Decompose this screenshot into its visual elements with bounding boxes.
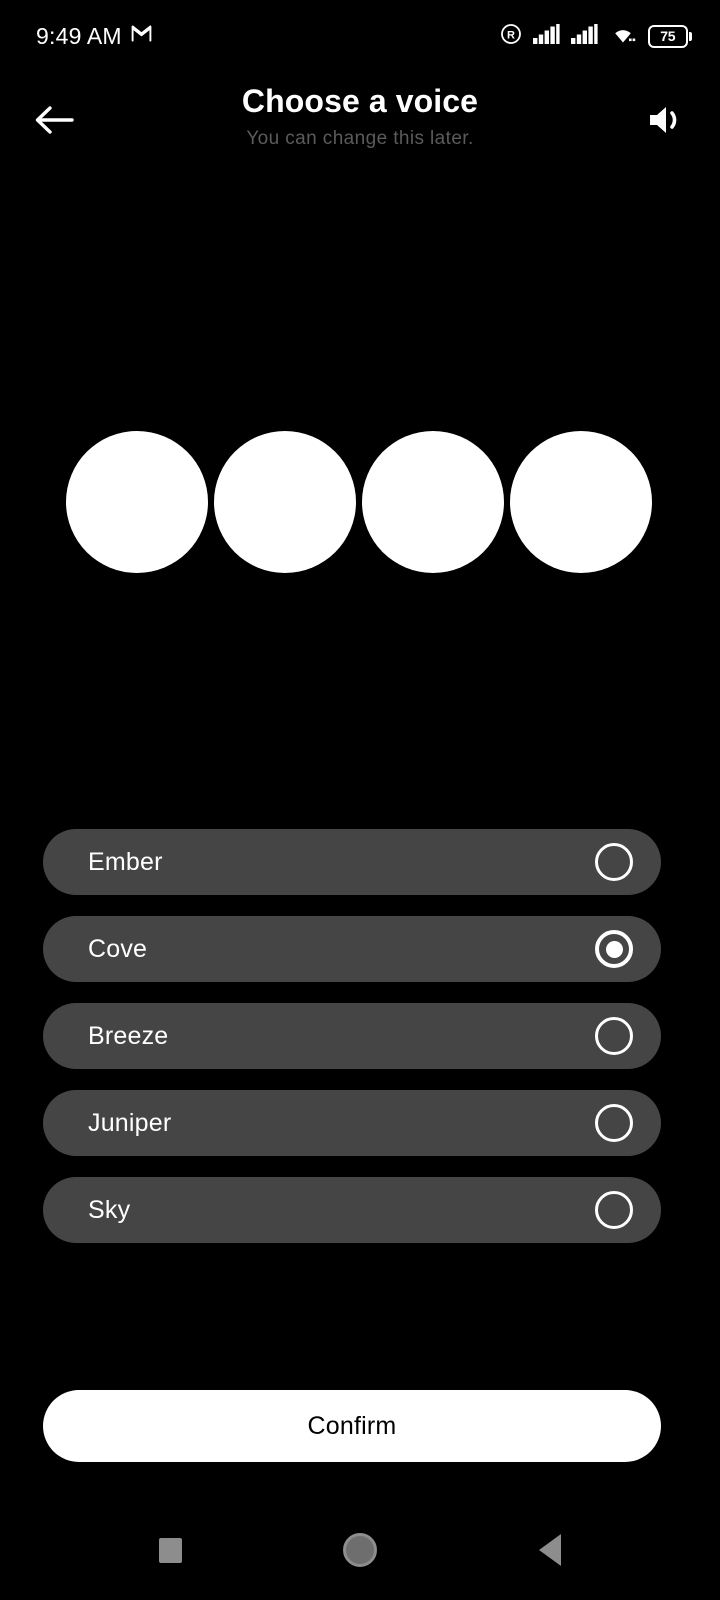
header-title-group: Choose a voice You can change this later… <box>0 78 720 153</box>
android-navigation-bar <box>0 1500 720 1600</box>
speaker-volume-icon <box>646 102 686 143</box>
voice-option-label: Ember <box>88 847 163 876</box>
status-bar-clock: 9:49 AM <box>36 22 122 49</box>
voice-option-label: Sky <box>88 1195 131 1224</box>
status-bar-right: R 75 <box>500 23 692 50</box>
signal-bars-icon-2 <box>571 23 598 49</box>
square-recents-icon <box>158 1537 182 1563</box>
battery-level-text: 75 <box>660 28 676 44</box>
radio-button-ember[interactable] <box>595 843 633 881</box>
back-arrow-icon <box>33 103 75 142</box>
nav-home-button[interactable] <box>330 1520 390 1580</box>
voice-option-label: Juniper <box>88 1108 172 1137</box>
battery-indicator: 75 <box>648 24 692 48</box>
radio-button-sky[interactable] <box>595 1191 633 1229</box>
voice-option-sky[interactable]: Sky <box>43 1177 661 1243</box>
voice-orb <box>214 431 356 573</box>
voice-option-label: Cove <box>88 934 148 963</box>
voice-option-cove[interactable]: Cove <box>43 916 661 982</box>
confirm-button[interactable]: Confirm <box>43 1390 661 1462</box>
voice-option-list: Ember Cove Breeze Juniper Sky <box>43 829 661 1243</box>
radio-button-juniper[interactable] <box>595 1104 633 1142</box>
status-bar: 9:49 AM R 75 <box>0 0 720 72</box>
voice-orb <box>66 431 208 573</box>
page-title: Choose a voice <box>241 83 479 119</box>
circle-home-icon <box>343 1533 377 1567</box>
back-button[interactable] <box>22 92 86 152</box>
voice-option-ember[interactable]: Ember <box>43 829 661 895</box>
signal-bars-icon-1 <box>533 23 560 49</box>
voice-option-juniper[interactable]: Juniper <box>43 1090 661 1156</box>
page-subtitle: You can change this later. <box>246 128 474 149</box>
radio-button-cove[interactable] <box>595 930 633 968</box>
voice-orb-visualizer <box>0 431 720 573</box>
svg-text:R: R <box>507 29 515 41</box>
voice-option-breeze[interactable]: Breeze <box>43 1003 661 1069</box>
triangle-back-icon <box>539 1534 561 1566</box>
radio-button-breeze[interactable] <box>595 1017 633 1055</box>
status-bar-left: 9:49 AM <box>36 22 152 49</box>
speaker-volume-button[interactable] <box>634 92 698 152</box>
voice-orb <box>362 431 504 573</box>
nav-back-button[interactable] <box>520 1520 580 1580</box>
nav-recents-button[interactable] <box>140 1520 200 1580</box>
voice-option-label: Breeze <box>88 1021 169 1050</box>
wifi-icon <box>609 23 637 49</box>
voice-orb <box>510 431 652 573</box>
roaming-r-icon: R <box>500 23 522 50</box>
gmail-icon <box>131 25 152 47</box>
app-header: Choose a voice You can change this later… <box>0 78 720 174</box>
